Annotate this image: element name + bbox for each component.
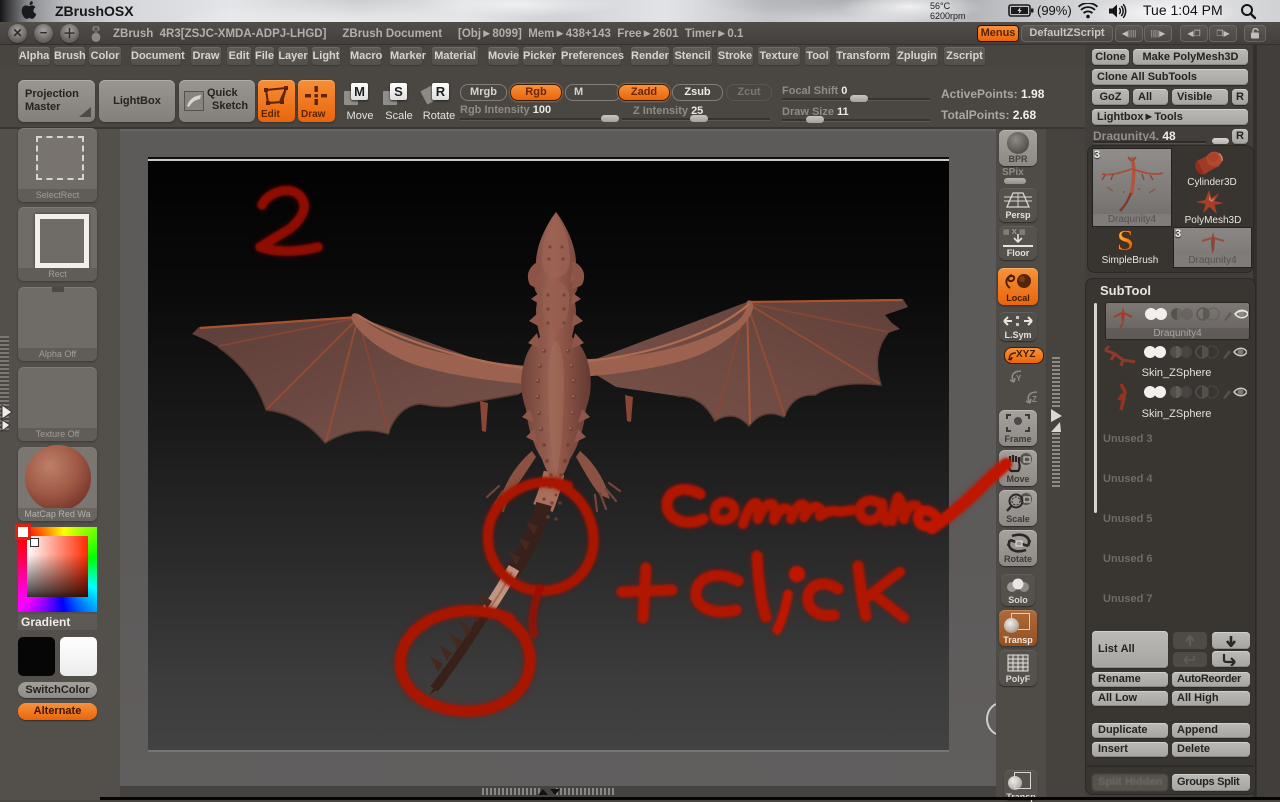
svg-text:Z: Z (1032, 395, 1037, 404)
svg-text:Y: Y (1016, 374, 1022, 383)
svg-text:S: S (1117, 225, 1134, 255)
